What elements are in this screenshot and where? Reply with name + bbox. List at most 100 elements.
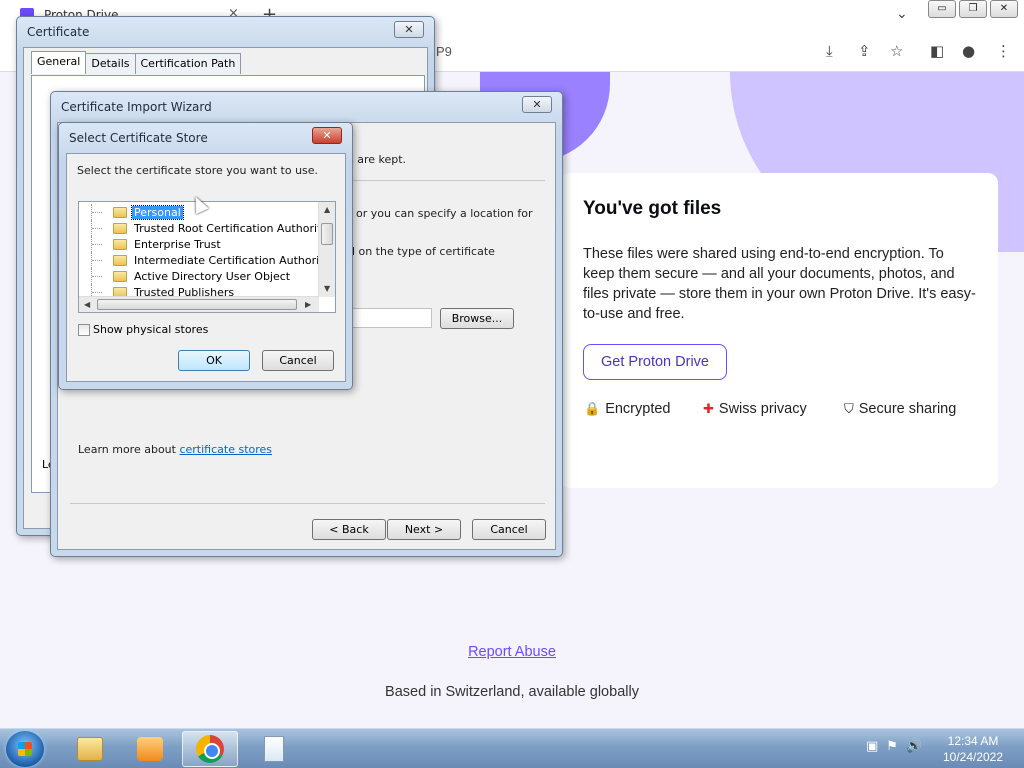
- feature-encrypted: 🔒 Encrypted: [584, 401, 670, 417]
- tree-item-active-directory[interactable]: Active Directory User Object: [79, 268, 292, 284]
- taskbar-clock[interactable]: 12:34 AM 10/24/2022: [938, 733, 1008, 765]
- browse-button[interactable]: Browse...: [440, 308, 514, 329]
- media-player-icon: [137, 737, 163, 761]
- taskbar-media-player[interactable]: [122, 731, 178, 767]
- tree-connector: [91, 220, 113, 236]
- checkbox-box[interactable]: [78, 323, 90, 336]
- store-dialog-title: Select Certificate Store: [69, 131, 208, 145]
- get-proton-drive-button[interactable]: Get Proton Drive: [583, 344, 727, 380]
- star-icon[interactable]: ☆: [890, 42, 903, 60]
- share-icon[interactable]: ⇪: [858, 42, 871, 60]
- profile-icon[interactable]: ●: [962, 42, 975, 60]
- tree-item-label: Intermediate Certification Authorities: [134, 253, 336, 267]
- folder-icon: [113, 270, 127, 282]
- folder-icon: [113, 254, 127, 266]
- tab-general[interactable]: General: [31, 51, 87, 74]
- tree-connector: [91, 236, 113, 252]
- tree-item-label: Enterprise Trust: [134, 237, 221, 251]
- wizard-cancel-button[interactable]: Cancel: [472, 519, 546, 540]
- wizard-text-fragment-3: d on the type of certificate: [348, 245, 495, 258]
- tree-item-intermediate[interactable]: Intermediate Certification Authorities: [79, 252, 336, 268]
- horizontal-scroll-thumb[interactable]: [97, 299, 297, 310]
- lock-icon: 🔒: [584, 401, 601, 416]
- certificate-store-tree[interactable]: Personal Trusted Root Certification Auth…: [78, 201, 336, 313]
- report-abuse-link[interactable]: Report Abuse: [0, 644, 1024, 660]
- swiss-flag-icon: ✚: [703, 401, 714, 416]
- certificate-store-field[interactable]: [352, 308, 432, 328]
- wizard-text-fragment-1: s are kept.: [348, 153, 407, 166]
- feature-swiss-privacy: ✚ Swiss privacy: [703, 401, 807, 417]
- tree-item-label: Personal: [131, 204, 184, 220]
- taskbar-file[interactable]: [246, 731, 302, 767]
- tree-item-label: Active Directory User Object: [134, 269, 291, 283]
- system-tray: ▣ ⚑ 🔊: [866, 739, 922, 754]
- address-bar-url[interactable]: P9: [436, 44, 452, 59]
- scroll-up-arrow-icon[interactable]: ▲: [324, 205, 330, 214]
- next-button[interactable]: Next >: [387, 519, 461, 540]
- restore-button[interactable]: ❐: [959, 0, 987, 18]
- menu-icon[interactable]: ⋮: [996, 42, 1011, 60]
- tree-connector: [91, 268, 113, 284]
- chrome-icon: [196, 735, 224, 763]
- start-button[interactable]: [6, 731, 44, 767]
- tree-connector: [91, 252, 113, 268]
- taskbar-chrome[interactable]: [182, 731, 238, 767]
- tree-item-label: Trusted Root Certification Authorities: [134, 221, 336, 235]
- feature-label: Encrypted: [605, 401, 671, 417]
- folder-icon: [113, 222, 127, 234]
- wizard-close-icon[interactable]: ✕: [522, 96, 552, 113]
- store-cancel-button[interactable]: Cancel: [262, 350, 334, 371]
- clock-date: 10/24/2022: [942, 750, 1004, 764]
- minimize-button[interactable]: ▭: [928, 0, 956, 18]
- certificate-stores-link[interactable]: certificate stores: [179, 443, 272, 456]
- taskbar: ▣ ⚑ 🔊 12:34 AM 10/24/2022: [0, 728, 1024, 768]
- tree-connector: [91, 204, 113, 220]
- checkbox-label: Show physical stores: [93, 323, 209, 336]
- tree-vertical-scrollbar[interactable]: ▲ ▼: [318, 202, 335, 297]
- window-controls: ▭ ❐ ✕: [928, 0, 1018, 18]
- show-physical-stores-checkbox[interactable]: Show physical stores: [78, 323, 208, 336]
- feature-label: Swiss privacy: [718, 401, 807, 417]
- certificate-dialog-title: Certificate: [27, 25, 90, 39]
- taskbar-windows-explorer[interactable]: [62, 731, 118, 767]
- certificate-tabs: General Details Certification Path: [31, 51, 242, 74]
- tab-search-chevron-down-icon[interactable]: ⌄: [896, 6, 908, 22]
- clock-time: 12:34 AM: [947, 734, 999, 748]
- tab-details[interactable]: Details: [85, 53, 136, 74]
- wizard-divider-bottom: [70, 503, 545, 504]
- volume-icon[interactable]: 🔊: [906, 739, 922, 754]
- wizard-text-fragment-2: or you can specify a location for: [356, 207, 533, 220]
- scroll-down-arrow-icon[interactable]: ▼: [324, 284, 330, 293]
- scroll-right-arrow-icon[interactable]: ▶: [305, 300, 311, 309]
- network-icon[interactable]: ▣: [866, 739, 878, 754]
- vertical-scroll-thumb[interactable]: [321, 223, 333, 245]
- back-button[interactable]: < Back: [312, 519, 386, 540]
- close-window-button[interactable]: ✕: [990, 0, 1018, 18]
- shield-icon: ⛉: [844, 401, 854, 416]
- learn-more-text: Learn more about certificate stores: [78, 443, 272, 456]
- learn-more-prefix: Learn more about: [78, 443, 180, 456]
- action-center-flag-icon[interactable]: ⚑: [886, 739, 898, 754]
- tree-item-trusted-root[interactable]: Trusted Root Certification Authorities: [79, 220, 336, 236]
- feature-label: Secure sharing: [858, 401, 957, 417]
- tree-horizontal-scrollbar[interactable]: ◀ ▶: [79, 296, 319, 312]
- feature-secure-sharing: ⛉ Secure sharing: [844, 401, 956, 417]
- sidepanel-icon[interactable]: ◧: [930, 42, 944, 60]
- tree-item-personal[interactable]: Personal: [79, 204, 184, 220]
- folder-icon: [77, 737, 103, 761]
- folder-icon: [113, 238, 127, 250]
- certificate-close-icon[interactable]: ✕: [394, 21, 424, 38]
- folder-icon: [113, 206, 127, 218]
- store-prompt: Select the certificate store you want to…: [77, 164, 319, 177]
- file-icon: [264, 736, 284, 762]
- wizard-title: Certificate Import Wizard: [61, 100, 212, 114]
- footer-tagline: Based in Switzerland, available globally: [385, 684, 639, 700]
- tree-item-enterprise-trust[interactable]: Enterprise Trust: [79, 236, 223, 252]
- card-title: You've got files: [583, 198, 722, 219]
- store-close-icon[interactable]: ✕: [312, 127, 342, 144]
- scroll-left-arrow-icon[interactable]: ◀: [84, 300, 90, 309]
- select-certificate-store-dialog: Select Certificate Store ✕ Select the ce…: [58, 122, 353, 390]
- download-icon[interactable]: ⤓: [826, 42, 833, 60]
- tab-certification-path[interactable]: Certification Path: [134, 53, 242, 74]
- ok-button[interactable]: OK: [178, 350, 250, 371]
